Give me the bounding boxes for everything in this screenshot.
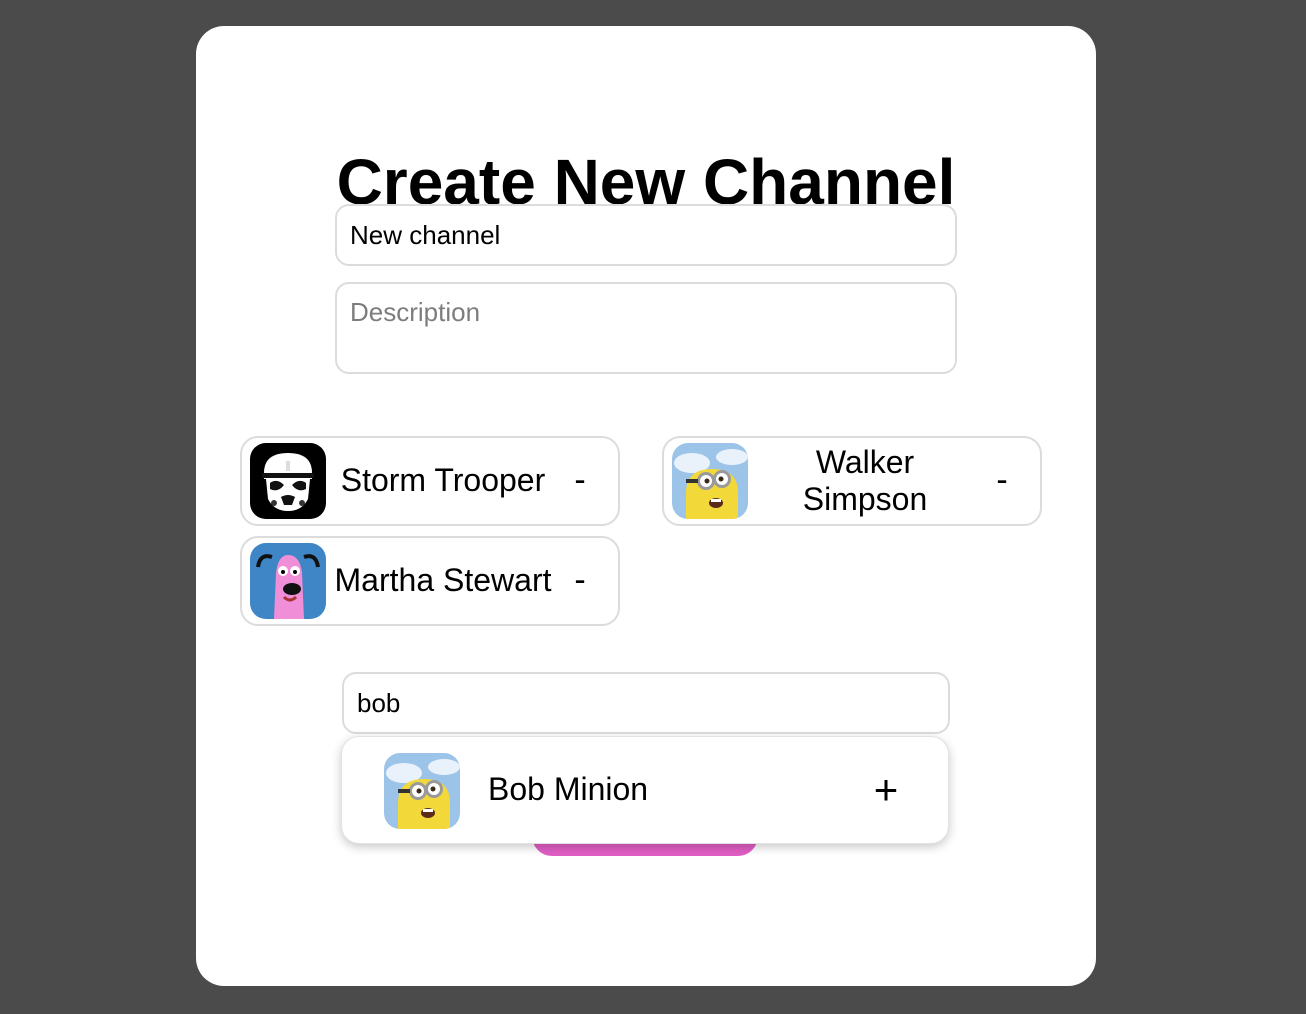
member-card: Storm Trooper - bbox=[240, 436, 620, 526]
channel-name-input[interactable] bbox=[335, 204, 957, 266]
member-name: Martha Stewart bbox=[334, 562, 552, 599]
stormtrooper-avatar-icon bbox=[250, 443, 326, 519]
search-result-name: Bob Minion bbox=[488, 771, 649, 807]
minion-avatar-icon bbox=[672, 443, 748, 519]
remove-member-button[interactable]: - bbox=[982, 458, 1022, 502]
search-results-dropdown: Bob Minion + bbox=[341, 736, 949, 844]
remove-member-button[interactable]: - bbox=[560, 458, 600, 502]
member-search-input[interactable] bbox=[342, 672, 950, 734]
member-card: Martha Stewart - bbox=[240, 536, 620, 626]
minion-avatar-icon bbox=[384, 753, 460, 829]
remove-member-button[interactable]: - bbox=[560, 558, 600, 602]
create-channel-modal: Create New Channel Storm Trooper - bbox=[196, 26, 1096, 986]
add-member-button[interactable]: + bbox=[864, 767, 908, 813]
member-card: Walker Simpson - bbox=[662, 436, 1042, 526]
member-name: Walker Simpson bbox=[802, 443, 928, 517]
courage-dog-avatar-icon bbox=[250, 543, 326, 619]
channel-description-input[interactable] bbox=[335, 282, 957, 374]
member-name: Storm Trooper bbox=[340, 462, 546, 499]
